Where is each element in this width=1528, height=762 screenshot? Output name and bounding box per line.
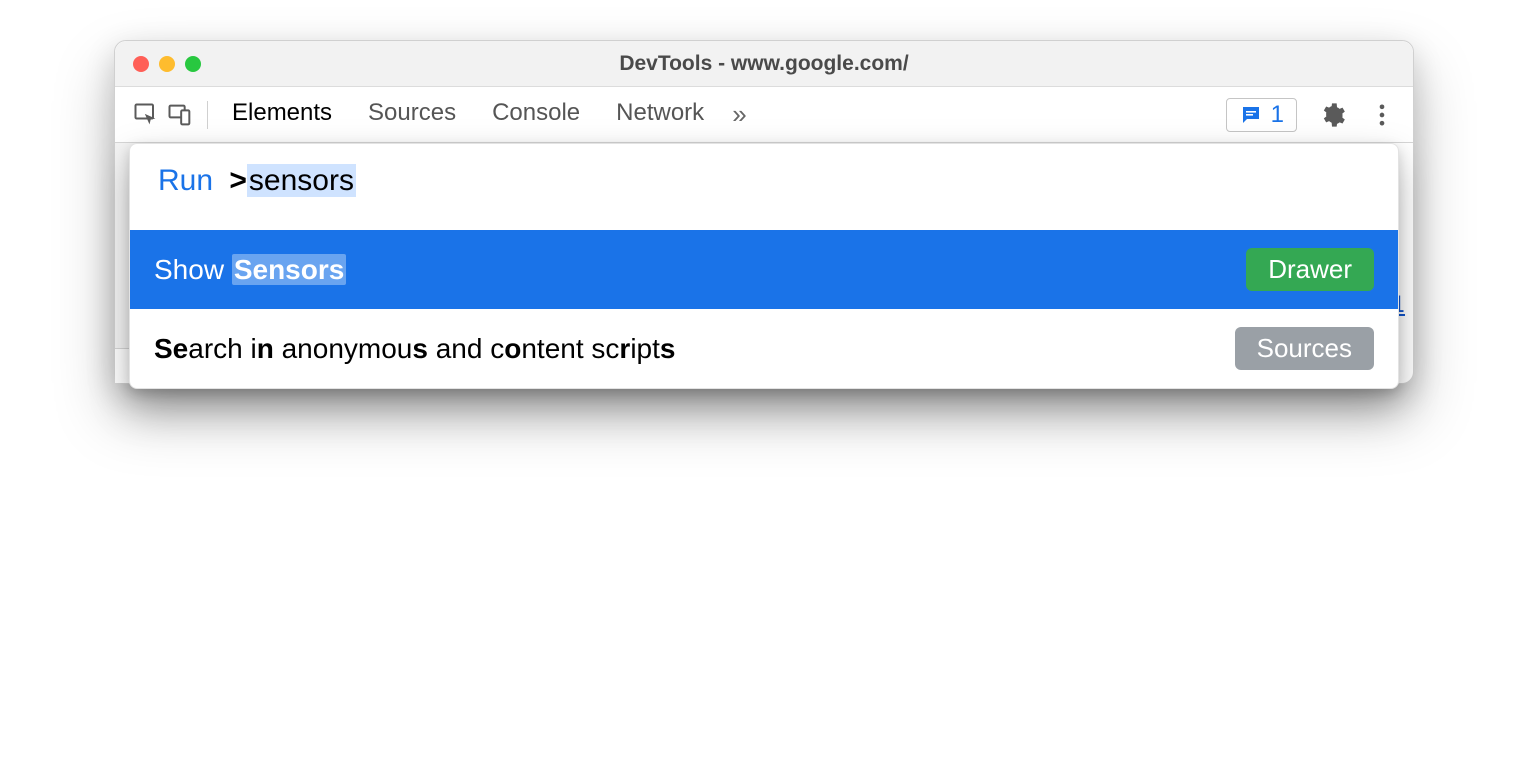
toolbar: Elements Sources Console Network » 1: [115, 87, 1413, 143]
command-row-show-sensors[interactable]: Show Sensors Drawer: [130, 230, 1398, 309]
command-menu: Run >sensors Show Sensors Drawer Search …: [129, 143, 1399, 389]
command-row-search-scripts[interactable]: Search in anonymous and content scripts …: [130, 309, 1398, 388]
row-frag: o: [504, 333, 521, 364]
panel-tabs: Elements Sources Console Network: [232, 86, 704, 143]
row-frag: ipt: [630, 333, 660, 364]
row-frag: anonymou: [274, 333, 413, 364]
chat-icon: [1239, 103, 1263, 127]
command-input[interactable]: Run >sensors: [130, 144, 1398, 230]
row-badge: Sources: [1235, 327, 1374, 370]
tab-console[interactable]: Console: [492, 86, 580, 143]
titlebar: DevTools - www.google.com/: [115, 41, 1413, 87]
settings-icon[interactable]: [1315, 98, 1349, 132]
row-frag: arch i: [188, 333, 256, 364]
devtools-window: DevTools - www.google.com/ Elements Sour…: [114, 40, 1414, 384]
tab-sources[interactable]: Sources: [368, 86, 456, 143]
prompt-icon: >: [229, 164, 247, 197]
issues-count: 1: [1271, 101, 1284, 129]
row-frag: ntent sc: [521, 333, 619, 364]
issues-chip[interactable]: 1: [1226, 98, 1297, 132]
more-tabs-icon[interactable]: »: [732, 99, 746, 130]
separator: [207, 101, 208, 129]
inspect-icon[interactable]: [129, 98, 163, 132]
query-text: sensors: [247, 164, 356, 197]
device-toggle-icon[interactable]: [163, 98, 197, 132]
row-frag: and c: [428, 333, 504, 364]
run-label: Run: [158, 164, 213, 197]
row-match: Sensors: [232, 254, 347, 285]
row-frag: Se: [154, 333, 188, 364]
tab-elements[interactable]: Elements: [232, 86, 332, 143]
tab-network[interactable]: Network: [616, 86, 704, 143]
row-badge: Drawer: [1246, 248, 1374, 291]
row-frag: n: [257, 333, 274, 364]
row-prefix: Show: [154, 254, 232, 285]
row-frag: s: [660, 333, 676, 364]
window-title: DevTools - www.google.com/: [115, 52, 1413, 76]
row-frag: s: [412, 333, 428, 364]
kebab-menu-icon[interactable]: [1365, 98, 1399, 132]
row-frag: r: [619, 333, 630, 364]
